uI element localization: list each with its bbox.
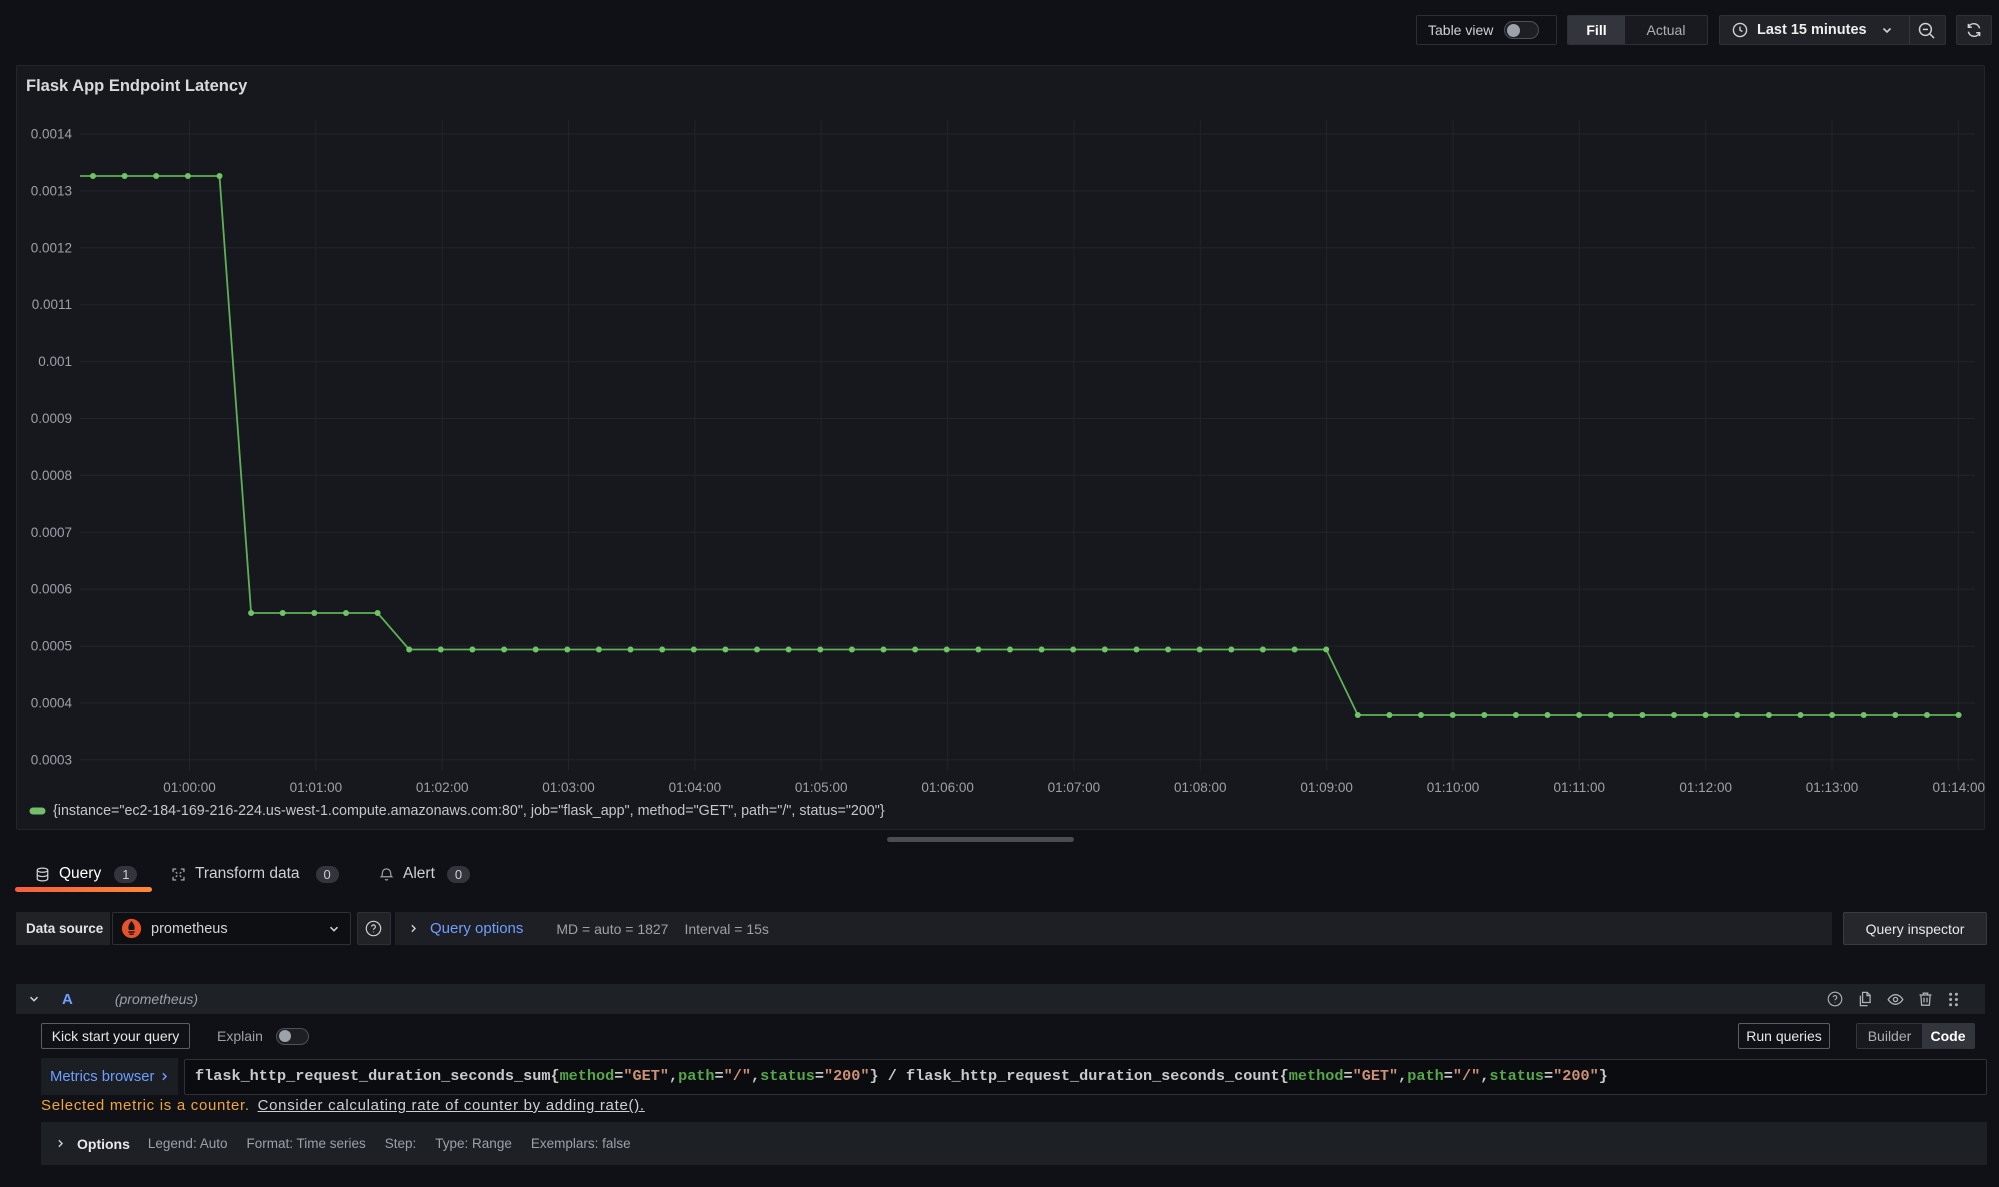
svg-text:0.0008: 0.0008 <box>31 468 72 483</box>
svg-text:01:12:00: 01:12:00 <box>1679 780 1732 795</box>
svg-text:01:10:00: 01:10:00 <box>1427 780 1480 795</box>
svg-text:01:13:00: 01:13:00 <box>1806 780 1859 795</box>
svg-text:01:08:00: 01:08:00 <box>1174 780 1227 795</box>
svg-text:01:03:00: 01:03:00 <box>542 780 595 795</box>
svg-text:0.0007: 0.0007 <box>31 525 72 540</box>
svg-text:01:14:00: 01:14:00 <box>1932 780 1985 795</box>
svg-text:01:06:00: 01:06:00 <box>921 780 974 795</box>
svg-text:0.0013: 0.0013 <box>31 183 72 198</box>
svg-text:0.0005: 0.0005 <box>31 639 72 654</box>
svg-text:0.0014: 0.0014 <box>31 127 73 142</box>
svg-text:0.001: 0.001 <box>38 354 72 369</box>
svg-text:01:02:00: 01:02:00 <box>416 780 469 795</box>
svg-text:0.0004: 0.0004 <box>31 696 73 711</box>
svg-text:01:04:00: 01:04:00 <box>669 780 722 795</box>
svg-text:01:05:00: 01:05:00 <box>795 780 848 795</box>
svg-text:01:00:00: 01:00:00 <box>163 780 216 795</box>
svg-text:01:11:00: 01:11:00 <box>1554 780 1606 795</box>
svg-text:01:07:00: 01:07:00 <box>1048 780 1101 795</box>
svg-text:0.0009: 0.0009 <box>31 411 72 426</box>
svg-text:01:01:00: 01:01:00 <box>290 780 343 795</box>
svg-text:0.0012: 0.0012 <box>31 240 72 255</box>
svg-text:01:09:00: 01:09:00 <box>1300 780 1353 795</box>
svg-text:0.0003: 0.0003 <box>31 752 72 767</box>
svg-text:0.0011: 0.0011 <box>32 297 72 312</box>
svg-text:0.0006: 0.0006 <box>31 582 72 597</box>
